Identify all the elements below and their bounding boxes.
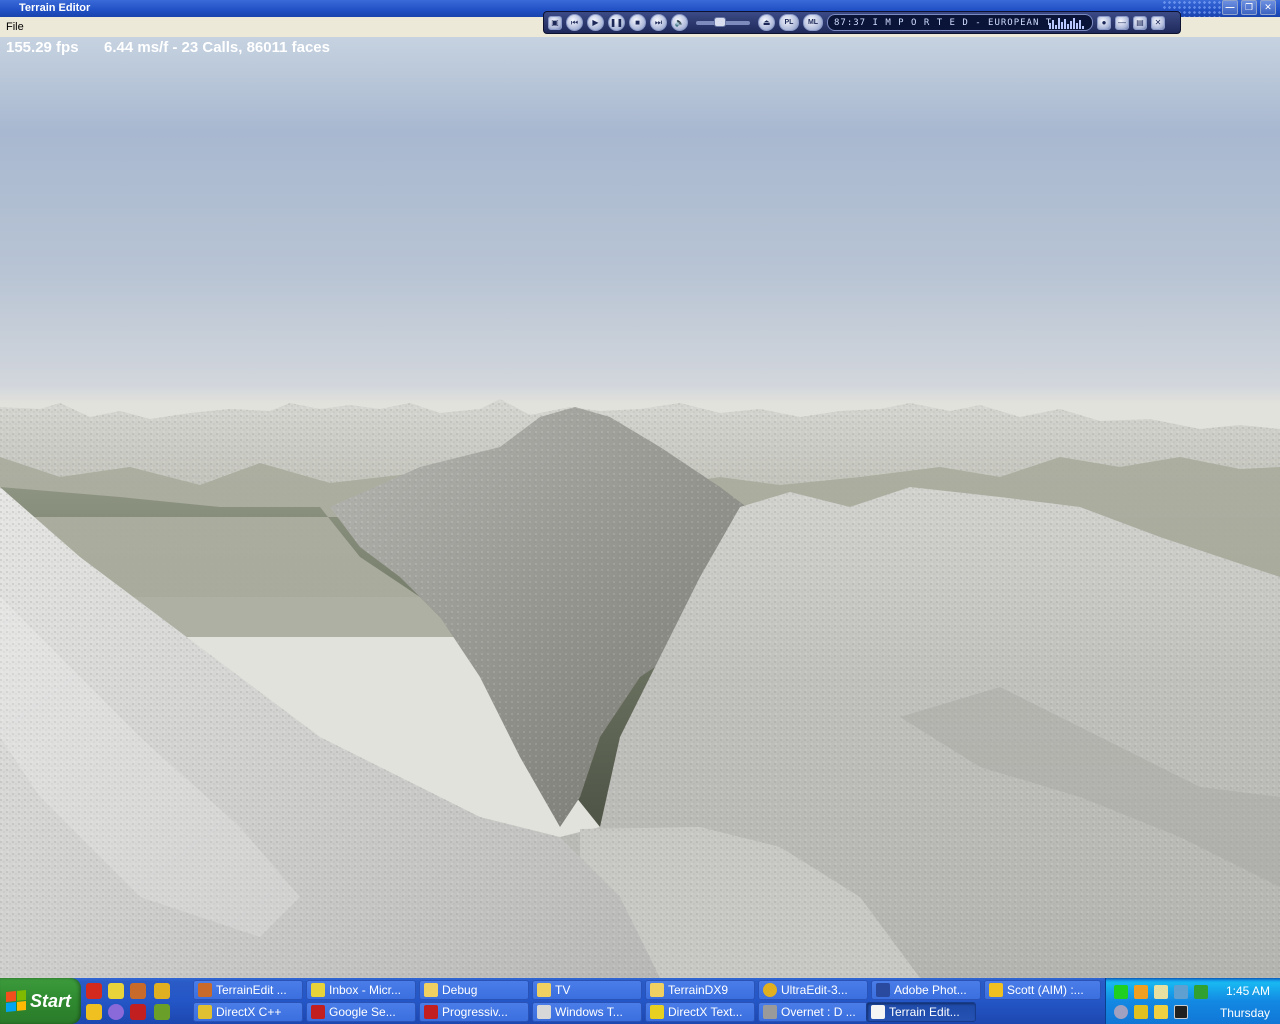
next-track-button[interactable]: ⏭ bbox=[650, 14, 667, 31]
task-button[interactable]: Debug bbox=[419, 980, 529, 1000]
windows-logo-icon bbox=[6, 989, 26, 1013]
tray-icon[interactable] bbox=[1194, 985, 1208, 999]
player-shade-button[interactable]: ▤ bbox=[1133, 15, 1147, 30]
folder-icon bbox=[537, 983, 551, 997]
task-button[interactable]: DirectX C++ bbox=[193, 1002, 303, 1022]
aim-icon bbox=[989, 983, 1003, 997]
track-display: 87:37 I M P O R T E D - EUROPEAN T bbox=[827, 14, 1093, 31]
terrain-render bbox=[0, 399, 1280, 978]
app-icon bbox=[311, 983, 325, 997]
volume-icon[interactable]: 🔈 bbox=[671, 14, 688, 31]
start-button[interactable]: Start bbox=[0, 978, 81, 1024]
terrain-viewport[interactable]: 155.29 fps 6.44 ms/f - 23 Calls, 86011 f… bbox=[0, 37, 1280, 978]
task-button[interactable]: Inbox - Micr... bbox=[306, 980, 416, 1000]
task-button[interactable]: Overnet : D ... bbox=[758, 1002, 868, 1022]
folder-icon bbox=[650, 983, 664, 997]
tray-icon[interactable] bbox=[1154, 1005, 1168, 1019]
tray-icon[interactable] bbox=[1174, 985, 1188, 999]
task-button-active[interactable]: Terrain Edit... bbox=[866, 1002, 976, 1022]
window-controls: — ❐ ✕ bbox=[1222, 0, 1276, 15]
quick-launch-icon[interactable] bbox=[108, 983, 124, 999]
media-library-button[interactable]: ML bbox=[803, 14, 823, 31]
console-icon bbox=[537, 1005, 551, 1019]
media-player-bar[interactable]: ▣ ⏮ ▶ ❚❚ ■ ⏭ 🔈 ⏏ PL ML 87:37 I M P O R T… bbox=[543, 11, 1181, 34]
window-title: Terrain Editor bbox=[19, 2, 91, 14]
volume-slider[interactable] bbox=[696, 16, 750, 27]
quick-launch-icon[interactable] bbox=[154, 983, 170, 999]
previous-track-button[interactable]: ⏮ bbox=[566, 14, 583, 31]
minimize-button[interactable]: — bbox=[1222, 0, 1238, 15]
task-button[interactable]: Scott (AIM) :... bbox=[984, 980, 1101, 1000]
restore-button[interactable]: ❐ bbox=[1241, 0, 1257, 15]
playlist-button[interactable]: PL bbox=[779, 14, 799, 31]
tray-icon[interactable] bbox=[1154, 985, 1168, 999]
close-button[interactable]: ✕ bbox=[1260, 0, 1276, 15]
tray-icon[interactable] bbox=[1174, 1005, 1188, 1019]
volume-slider-knob[interactable] bbox=[714, 16, 726, 27]
quick-launch-icon[interactable] bbox=[154, 1004, 170, 1020]
clock-day[interactable]: Thursday bbox=[1220, 1006, 1270, 1020]
player-close-button[interactable]: ✕ bbox=[1151, 15, 1165, 30]
app-icon bbox=[763, 1005, 777, 1019]
quick-launch-icon[interactable] bbox=[130, 1004, 146, 1020]
tray-icon[interactable] bbox=[1114, 985, 1128, 999]
task-button[interactable]: Adobe Phot... bbox=[871, 980, 981, 1000]
player-minimize-button[interactable]: — bbox=[1115, 15, 1129, 30]
tray-icon[interactable] bbox=[1134, 1005, 1148, 1019]
task-button[interactable]: Progressiv... bbox=[419, 1002, 529, 1022]
app-icon bbox=[876, 983, 890, 997]
folder-icon bbox=[424, 983, 438, 997]
app-icon bbox=[763, 983, 777, 997]
app-icon bbox=[198, 1005, 212, 1019]
play-button[interactable]: ▶ bbox=[587, 14, 604, 31]
spectrum-visualizer bbox=[1049, 18, 1084, 29]
clock-time[interactable]: 1:45 AM bbox=[1226, 984, 1270, 998]
task-button[interactable]: TerrainEdit ... bbox=[193, 980, 303, 1000]
menu-file[interactable]: File bbox=[6, 21, 24, 33]
frame-stats-readout: 6.44 ms/f - 23 Calls, 86011 faces bbox=[104, 39, 330, 56]
taskbar: Start TerrainEdit ... Inbox - Micr... De… bbox=[0, 978, 1280, 1024]
quick-launch-icon[interactable] bbox=[108, 1004, 124, 1020]
quick-launch-icon[interactable] bbox=[130, 983, 146, 999]
task-button[interactable]: Windows T... bbox=[532, 1002, 642, 1022]
task-button[interactable]: UltraEdit-3... bbox=[758, 980, 868, 1000]
window-icon bbox=[871, 1005, 885, 1019]
player-options-icon[interactable]: ● bbox=[1097, 15, 1111, 30]
track-title-text: 87:37 I M P O R T E D - EUROPEAN T bbox=[834, 17, 1053, 28]
app-icon bbox=[198, 983, 212, 997]
fps-readout: 155.29 fps bbox=[6, 39, 79, 56]
directx-icon bbox=[650, 1005, 664, 1019]
eject-button[interactable]: ⏏ bbox=[758, 14, 775, 31]
task-button[interactable]: DirectX Text... bbox=[645, 1002, 755, 1022]
start-label: Start bbox=[30, 990, 72, 1011]
player-menu-icon[interactable]: ▣ bbox=[548, 15, 562, 30]
app-icon bbox=[424, 1005, 438, 1019]
app-icon bbox=[311, 1005, 325, 1019]
quick-launch-icon[interactable] bbox=[86, 983, 102, 999]
pause-button[interactable]: ❚❚ bbox=[608, 14, 625, 31]
task-button[interactable]: TV bbox=[532, 980, 642, 1000]
quick-launch-icon[interactable] bbox=[86, 1004, 102, 1020]
tray-icon[interactable] bbox=[1134, 985, 1148, 999]
task-button[interactable]: Google Se... bbox=[306, 1002, 416, 1022]
tray-icon[interactable] bbox=[1114, 1005, 1128, 1019]
task-button[interactable]: TerrainDX9 bbox=[645, 980, 755, 1000]
system-tray: 1:45 AM Thursday bbox=[1105, 978, 1280, 1024]
stop-button[interactable]: ■ bbox=[629, 14, 646, 31]
